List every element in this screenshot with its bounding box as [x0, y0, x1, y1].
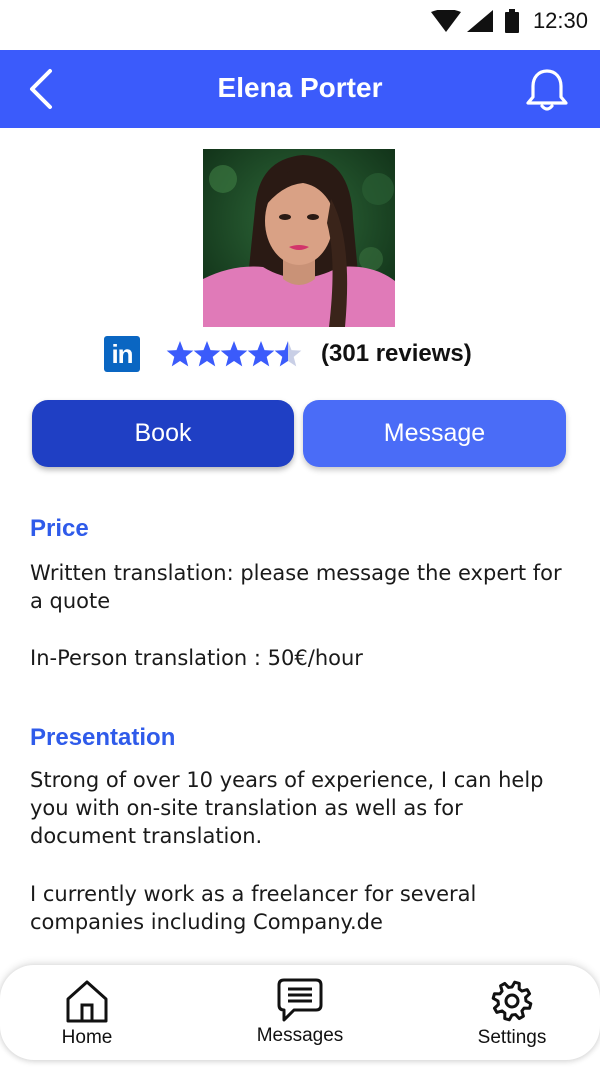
linkedin-icon[interactable]: in [104, 336, 140, 372]
app-bar: Elena Porter [0, 50, 600, 128]
star-2 [193, 341, 221, 367]
profile-photo [203, 149, 395, 327]
status-icons: 12:30 [430, 8, 588, 34]
presentation-paragraph-1: Strong of over 10 years of experience, I… [30, 768, 544, 848]
nav-item-home[interactable]: Home [22, 977, 152, 1057]
bottom-navigation: Home Messages Settings [0, 965, 600, 1060]
book-button[interactable]: Book [32, 400, 294, 467]
presentation-paragraph-2: I currently work as a freelancer for sev… [30, 882, 477, 934]
star-rating [166, 341, 302, 367]
wifi-icon [430, 10, 461, 32]
presentation-title: Presentation [30, 724, 176, 751]
nav-label-settings: Settings [477, 1027, 547, 1048]
price-in-person-translation: In-Person translation : 50€/hour [30, 646, 363, 670]
page-title: Elena Porter [217, 72, 383, 103]
star-3 [220, 341, 248, 367]
nav-label-home: Home [61, 1027, 113, 1048]
price-title: Price [30, 515, 89, 542]
bell-icon [526, 69, 568, 111]
cellular-signal-icon [466, 10, 493, 32]
price-written-translation: Written translation: please message the … [30, 561, 562, 613]
chat-bubble-icon [277, 978, 323, 1022]
rating-row: in (301 reviews) [0, 335, 600, 375]
message-button[interactable]: Message [303, 400, 566, 467]
battery-icon [504, 9, 519, 33]
star-1 [166, 341, 194, 367]
nav-item-settings[interactable]: Settings [447, 977, 577, 1057]
home-icon [66, 980, 108, 1023]
status-time: 12:30 [532, 8, 588, 33]
status-bar: 12:30 [0, 0, 600, 50]
star-4 [247, 341, 275, 367]
reviews-count: (301 reviews) [321, 340, 472, 367]
nav-label-messages: Messages [256, 1025, 344, 1046]
star-5 [274, 341, 302, 367]
notifications-button[interactable] [524, 67, 570, 113]
gear-icon [491, 980, 533, 1022]
nav-item-messages[interactable]: Messages [235, 977, 365, 1057]
linkedin-label: in [111, 339, 133, 369]
